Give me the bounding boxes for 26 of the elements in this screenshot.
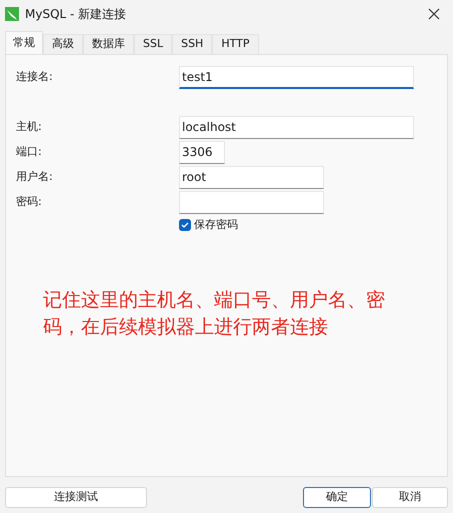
input-field[interactable]: localhost [179, 116, 414, 138]
tab[interactable]: 数据库 [83, 34, 134, 54]
ok-button[interactable]: 确定 [303, 487, 371, 508]
tab[interactable]: HTTP [212, 34, 258, 54]
tab[interactable]: 常规 [5, 31, 43, 55]
input-field[interactable]: test1 [179, 66, 414, 88]
dolphin-logo-icon [5, 7, 19, 21]
cancel-button[interactable]: 取消 [372, 487, 448, 508]
input-field[interactable]: 3306 [179, 140, 225, 164]
save-password-checkbox[interactable] [179, 219, 191, 232]
field-label: 主机: [16, 118, 43, 135]
close-icon[interactable] [428, 8, 440, 20]
input-field[interactable] [179, 190, 324, 214]
tab[interactable]: 高级 [43, 34, 83, 54]
field-label: 密码: [16, 194, 43, 210]
window-title: MySQL - 新建连接 [25, 6, 126, 23]
input-field[interactable]: root [179, 166, 324, 188]
save-password-label: 保存密码 [194, 217, 238, 233]
field-label: 用户名: [16, 168, 54, 185]
tab[interactable]: SSL [134, 34, 172, 54]
tab[interactable]: SSH [172, 34, 212, 54]
field-label: 连接名: [16, 68, 54, 85]
checkmark-icon [181, 221, 189, 230]
test-connection-button[interactable]: 连接测试 [5, 487, 147, 508]
annotation-text: 记住这里的主机名、端口号、用户名、密码，在后续模拟器上进行两者连接 [43, 288, 386, 340]
field-label: 端口: [16, 144, 43, 160]
